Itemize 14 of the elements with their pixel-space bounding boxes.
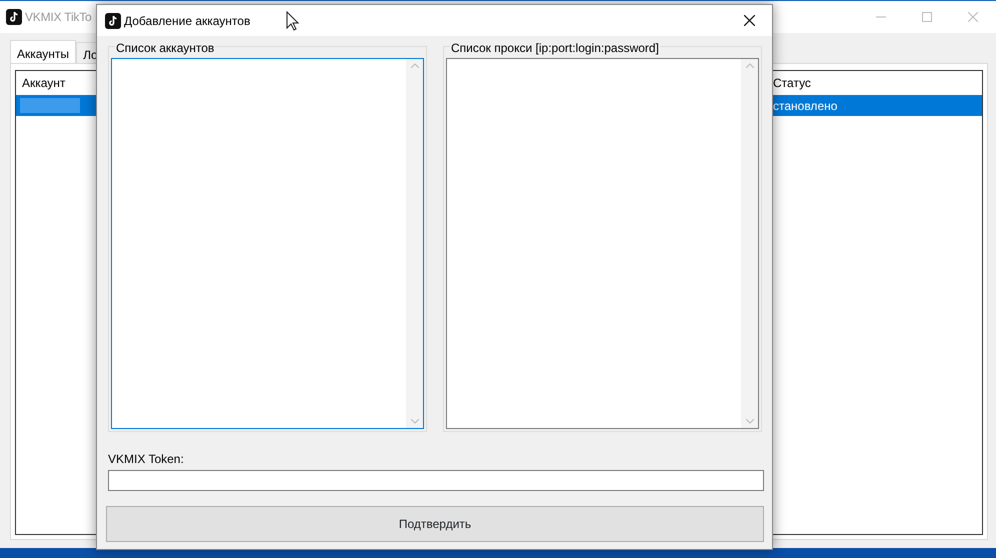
app-icon [6,9,22,25]
close-icon[interactable] [744,15,754,26]
token-field[interactable] [108,470,764,491]
maximize-icon[interactable] [922,12,932,22]
column-header: Статус [773,75,811,92]
dialog-title: Добавление аккаунтов [124,12,250,30]
submit-button[interactable]: Подтвердить [106,506,764,542]
app-icon [105,12,121,28]
tab[interactable]: Аккаунты [10,40,76,63]
window-title: VKMIX TikTo [25,9,92,26]
cursor-icon [286,10,300,30]
field-label: VKMIX Token: [108,452,184,466]
table-cell-text: становлено [773,98,838,114]
column-header: Аккаунт [21,76,66,90]
